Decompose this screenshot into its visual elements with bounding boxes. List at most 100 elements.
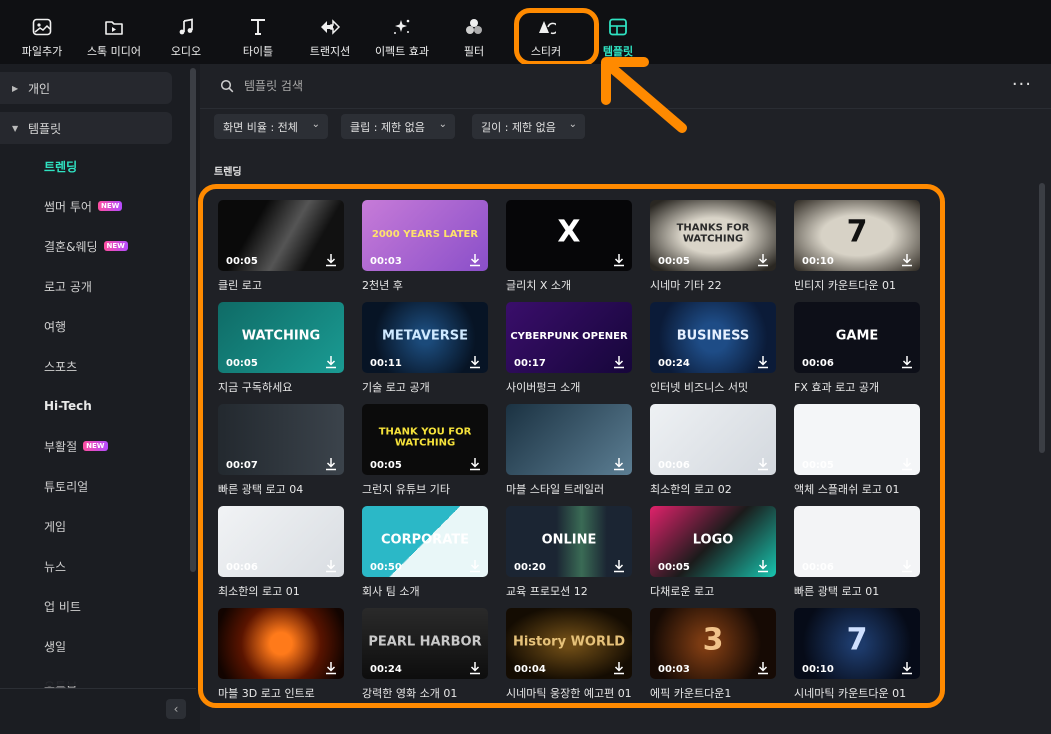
download-icon[interactable] [900,558,914,573]
sidebar-item-0[interactable]: 트렌딩 [44,156,77,176]
toolbar-tab-4[interactable]: 트랜지션 [294,0,366,64]
sidebar-section-personal[interactable]: ▶ 개인 [0,72,172,104]
sidebar-item-10[interactable]: 뉴스 [44,556,66,576]
duration-filter[interactable]: 길이 : 제한 없음 ⌄ [472,114,585,139]
download-icon[interactable] [468,252,482,267]
download-icon[interactable] [468,660,482,675]
aspect-ratio-filter[interactable]: 화면 비율 : 전체 ⌄ [214,114,328,139]
download-icon[interactable] [756,354,770,369]
toolbar-tab-2[interactable]: 오디오 [150,0,222,64]
toolbar-tab-5[interactable]: 이펙트 효과 [366,0,438,64]
template-thumbnail[interactable]: 00:05 [794,404,920,475]
template-card[interactable]: 마블 3D 로고 인트로 [218,608,344,701]
template-card[interactable]: WATCHING 00:05 지금 구독하세요 [218,302,344,395]
template-card[interactable]: 00:07 빠른 광택 로고 04 [218,404,344,497]
template-card[interactable]: 00:06 최소한의 로고 02 [650,404,776,497]
download-icon[interactable] [324,456,338,471]
template-card[interactable]: CYBERPUNK OPENER 00:17 사이버펑크 소개 [506,302,632,395]
template-card[interactable]: THANKS FOR WATCHING 00:05 시네마 기타 22 [650,200,776,293]
clip-filter[interactable]: 클립 : 제한 없음 ⌄ [341,114,455,139]
sidebar-item-2[interactable]: 결혼&웨딩 NEW [44,236,128,256]
template-thumbnail[interactable]: CORPORATE 00:50 [362,506,488,577]
template-thumbnail[interactable]: GAME 00:06 [794,302,920,373]
template-thumbnail[interactable]: CYBERPUNK OPENER 00:17 [506,302,632,373]
template-thumbnail[interactable]: 00:07 [218,404,344,475]
template-card[interactable]: 7 00:10 시네마틱 카운트다운 01 [794,608,920,701]
main-scrollbar[interactable] [1039,183,1045,453]
download-icon[interactable] [900,354,914,369]
template-card[interactable]: BUSINESS 00:24 인터넷 비즈니스 서밋 [650,302,776,395]
template-card[interactable]: X 글리치 X 소개 [506,200,632,293]
template-card[interactable]: 2000 YEARS LATER 00:03 2천년 후 [362,200,488,293]
template-thumbnail[interactable]: BUSINESS 00:24 [650,302,776,373]
template-card[interactable]: 00:05 액체 스플래쉬 로고 01 [794,404,920,497]
download-icon[interactable] [612,354,626,369]
download-icon[interactable] [324,558,338,573]
download-icon[interactable] [324,354,338,369]
template-card[interactable]: History WORLD 00:04 시네마틱 웅장한 예고편 01 [506,608,632,701]
download-icon[interactable] [900,456,914,471]
download-icon[interactable] [324,252,338,267]
download-icon[interactable] [756,252,770,267]
sidebar-item-9[interactable]: 게임 [44,516,66,536]
template-card[interactable]: 00:05 클린 로고 [218,200,344,293]
template-thumbnail[interactable]: ONLINE 00:20 [506,506,632,577]
template-thumbnail[interactable]: LOGO 00:05 [650,506,776,577]
sidebar-item-12[interactable]: 생일 [44,636,66,656]
download-icon[interactable] [468,456,482,471]
template-thumbnail[interactable]: 00:06 [218,506,344,577]
template-thumbnail[interactable]: 00:06 [794,506,920,577]
download-icon[interactable] [756,558,770,573]
sidebar-scrollbar[interactable] [190,68,196,572]
download-icon[interactable] [900,252,914,267]
sidebar-item-8[interactable]: 튜토리얼 [44,476,88,496]
template-card[interactable]: 00:06 빠른 광택 로고 01 [794,506,920,599]
download-icon[interactable] [756,660,770,675]
sidebar-item-1[interactable]: 썸머 투어 NEW [44,196,123,216]
sidebar-item-7[interactable]: 부활절 NEW [44,436,108,456]
template-card[interactable]: CORPORATE 00:50 회사 팀 소개 [362,506,488,599]
template-card[interactable]: 7 00:10 빈티지 카운트다운 01 [794,200,920,293]
template-card[interactable]: 00:06 최소한의 로고 01 [218,506,344,599]
more-options-icon[interactable]: ··· [1012,74,1032,95]
template-thumbnail[interactable]: 7 00:10 [794,200,920,271]
toolbar-tab-3[interactable]: 타이틀 [222,0,294,64]
template-thumbnail[interactable]: 7 00:10 [794,608,920,679]
template-thumbnail[interactable] [218,608,344,679]
template-thumbnail[interactable]: 00:05 [218,200,344,271]
sidebar-section-templates[interactable]: ▼ 템플릿 [0,112,172,144]
collapse-sidebar-button[interactable]: ‹ [166,699,186,719]
download-icon[interactable] [756,456,770,471]
template-thumbnail[interactable]: 3 00:03 [650,608,776,679]
download-icon[interactable] [612,558,626,573]
download-icon[interactable] [900,660,914,675]
template-card[interactable]: 3 00:03 에픽 카운트다운1 [650,608,776,701]
sidebar-item-11[interactable]: 업 비트 [44,596,81,616]
sidebar-item-6[interactable]: Hi-Tech [44,396,92,416]
template-thumbnail[interactable]: X [506,200,632,271]
template-thumbnail[interactable] [506,404,632,475]
download-icon[interactable] [612,456,626,471]
download-icon[interactable] [468,558,482,573]
template-card[interactable]: THANK YOU FOR WATCHING 00:05 그런지 유튜브 기타 [362,404,488,497]
toolbar-tab-1[interactable]: 스톡 미디어 [78,0,150,64]
sidebar-item-5[interactable]: 스포츠 [44,356,77,376]
template-thumbnail[interactable]: 2000 YEARS LATER 00:03 [362,200,488,271]
template-thumbnail[interactable]: THANKS FOR WATCHING 00:05 [650,200,776,271]
template-card[interactable]: LOGO 00:05 다채로운 로고 [650,506,776,599]
template-card[interactable]: GAME 00:06 FX 효과 로고 공개 [794,302,920,395]
template-card[interactable]: ONLINE 00:20 교육 프로모션 12 [506,506,632,599]
template-card[interactable]: METAVERSE 00:11 기술 로고 공개 [362,302,488,395]
template-thumbnail[interactable]: WATCHING 00:05 [218,302,344,373]
toolbar-tab-0[interactable]: 파일추가 [6,0,78,64]
template-card[interactable]: 마블 스타일 트레일러 [506,404,632,497]
template-thumbnail[interactable]: METAVERSE 00:11 [362,302,488,373]
download-icon[interactable] [612,660,626,675]
template-thumbnail[interactable]: PEARL HARBOR 00:24 [362,608,488,679]
template-thumbnail[interactable]: THANK YOU FOR WATCHING 00:05 [362,404,488,475]
template-card[interactable]: PEARL HARBOR 00:24 강력한 영화 소개 01 [362,608,488,701]
download-icon[interactable] [468,354,482,369]
template-thumbnail[interactable]: 00:06 [650,404,776,475]
toolbar-tab-6[interactable]: 필터 [438,0,510,64]
download-icon[interactable] [324,660,338,675]
